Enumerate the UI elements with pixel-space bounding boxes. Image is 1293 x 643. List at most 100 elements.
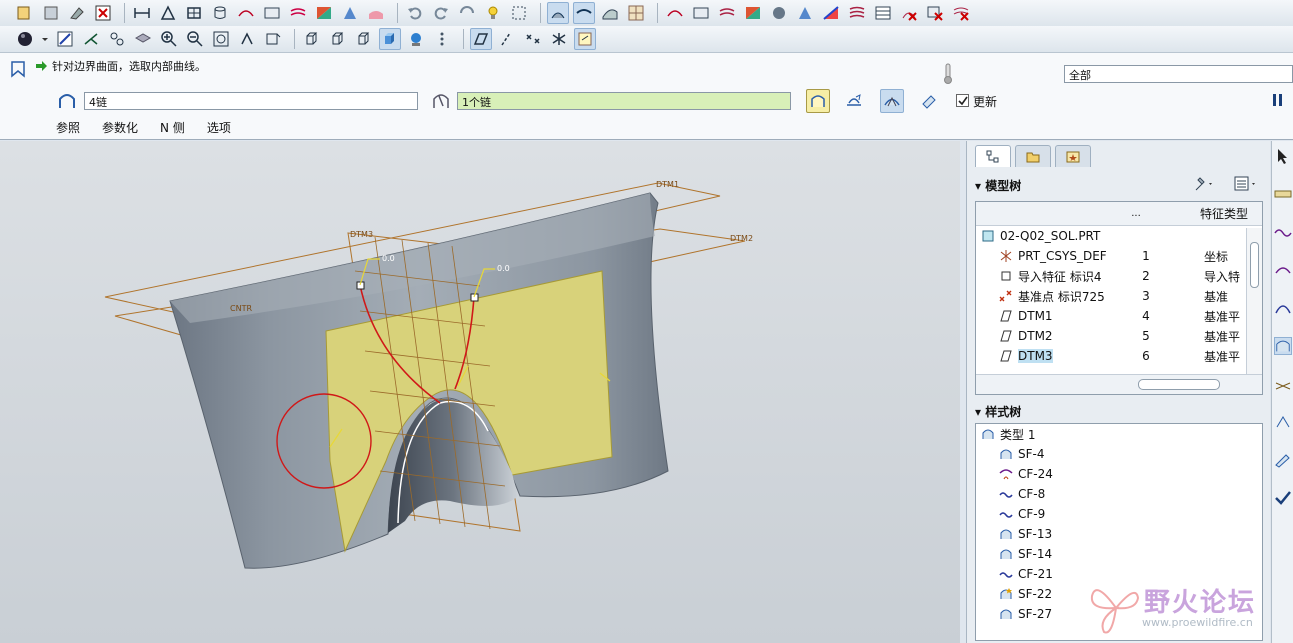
- clear-analysis-icon[interactable]: [950, 2, 972, 24]
- style-tree-item[interactable]: CF-8: [976, 484, 1262, 504]
- curve-analysis-icon[interactable]: [235, 2, 257, 24]
- sweep-icon[interactable]: [573, 2, 595, 24]
- style-tree-item[interactable]: CF-24: [976, 464, 1262, 484]
- tree-row[interactable]: DTM3 6 基准平: [976, 346, 1262, 366]
- trim-surface-icon[interactable]: [1274, 413, 1292, 431]
- graphics-viewport[interactable]: DTM1 DTM2 DTM3 CNTR 0.0 0.0: [0, 141, 960, 643]
- reorient-icon[interactable]: [236, 28, 258, 50]
- datum-plane-display-icon[interactable]: [470, 28, 492, 50]
- edit-curve-icon[interactable]: [1274, 451, 1292, 469]
- hidden-line-icon[interactable]: [327, 28, 349, 50]
- tree-columns-icon[interactable]: [1233, 175, 1261, 196]
- csys-display-icon[interactable]: [548, 28, 570, 50]
- tab-model-tree[interactable]: [975, 145, 1011, 167]
- chevron-down-icon[interactable]: [40, 28, 50, 50]
- dihedral-icon[interactable]: [742, 2, 764, 24]
- grid-icon[interactable]: [625, 2, 647, 24]
- volume-measure-icon[interactable]: [209, 2, 231, 24]
- offset-icon[interactable]: [716, 2, 738, 24]
- datum-axis-icon[interactable]: [80, 28, 102, 50]
- appearance-icon[interactable]: [405, 28, 427, 50]
- zoom-in-icon[interactable]: [158, 28, 180, 50]
- tree-row[interactable]: 导入特征 标识4 2 导入特: [976, 266, 1262, 286]
- first-direction-icon[interactable]: [57, 91, 77, 114]
- shading-icon[interactable]: [379, 28, 401, 50]
- tree-row[interactable]: 基准点 标识725 3 基准: [976, 286, 1262, 306]
- wireframe-icon[interactable]: [301, 28, 323, 50]
- circle-curve-icon[interactable]: [1274, 261, 1292, 279]
- ruler-icon[interactable]: [1274, 185, 1292, 203]
- style-tree-item[interactable]: SF-13: [976, 524, 1262, 544]
- lightbulb-icon[interactable]: [482, 2, 504, 24]
- tree-row[interactable]: PRT_CSYS_DEF 1 坐标: [976, 246, 1262, 266]
- tab-favorites[interactable]: [1055, 145, 1091, 167]
- boundary-blend-preview-icon[interactable]: [806, 89, 830, 113]
- column-feature-type[interactable]: 特征类型: [1200, 205, 1248, 222]
- tab-parameterization[interactable]: 参数化: [102, 119, 138, 136]
- erase-icon[interactable]: [66, 2, 88, 24]
- connection-icon[interactable]: [820, 2, 842, 24]
- style-surface-icon[interactable]: [1274, 337, 1292, 355]
- connect-surface-icon[interactable]: [1274, 375, 1292, 393]
- zebra-icon[interactable]: [846, 2, 868, 24]
- style-tree-item[interactable]: SF-4: [976, 444, 1262, 464]
- tab-references[interactable]: 参照: [44, 119, 80, 136]
- second-direction-icon[interactable]: [431, 91, 451, 114]
- section-icon[interactable]: [690, 2, 712, 24]
- scrollbar-thumb[interactable]: [1138, 379, 1220, 390]
- draft-check-icon[interactable]: [794, 2, 816, 24]
- distance-measure-icon[interactable]: [131, 2, 153, 24]
- boundary-surface-icon[interactable]: [547, 2, 569, 24]
- verify-mode-icon[interactable]: [880, 89, 904, 113]
- no-hidden-icon[interactable]: [353, 28, 375, 50]
- reflection-analysis-icon[interactable]: [287, 2, 309, 24]
- tree-root[interactable]: 02-Q02_SOL.PRT: [976, 226, 1262, 246]
- draft-analysis-icon[interactable]: [339, 2, 361, 24]
- table-icon[interactable]: [872, 2, 894, 24]
- angle-measure-icon[interactable]: [157, 2, 179, 24]
- slope-analysis-icon[interactable]: [365, 2, 387, 24]
- style-tree-item[interactable]: CF-9: [976, 504, 1262, 524]
- refit-icon[interactable]: [210, 28, 232, 50]
- sphere-display-icon[interactable]: [14, 28, 36, 50]
- collapse-triangle-icon[interactable]: ▾: [975, 405, 981, 419]
- scrollbar-thumb[interactable]: [1250, 242, 1259, 288]
- vertical-scrollbar[interactable]: [1246, 228, 1262, 374]
- regenerate-icon[interactable]: [456, 2, 478, 24]
- pause-icon[interactable]: [1272, 93, 1284, 110]
- curvature-icon[interactable]: [664, 2, 686, 24]
- horizontal-scrollbar[interactable]: [976, 374, 1262, 394]
- zoom-out-icon[interactable]: [184, 28, 206, 50]
- select-arrow-icon[interactable]: [1274, 147, 1292, 165]
- update-checkbox[interactable]: [956, 94, 969, 107]
- close-window-icon[interactable]: [92, 2, 114, 24]
- undo-icon[interactable]: [404, 2, 426, 24]
- saved-views-icon[interactable]: [262, 28, 284, 50]
- new-file-icon[interactable]: [14, 2, 36, 24]
- checkmark-icon[interactable]: [1274, 489, 1292, 507]
- delete-analysis-icon[interactable]: [898, 2, 920, 24]
- tree-row[interactable]: DTM1 4 基准平: [976, 306, 1262, 326]
- arc-icon[interactable]: [1274, 299, 1292, 317]
- tree-row[interactable]: DTM2 5 基准平: [976, 326, 1262, 346]
- datum-point-tool-icon[interactable]: [106, 28, 128, 50]
- style-tree-root[interactable]: 类型 1: [976, 424, 1262, 444]
- point-display-icon[interactable]: [522, 28, 544, 50]
- style-icon[interactable]: [599, 2, 621, 24]
- style-tree-item[interactable]: SF-14: [976, 544, 1262, 564]
- second-chain-collector[interactable]: 1个链: [457, 92, 791, 110]
- pause-preview-icon[interactable]: [842, 89, 866, 113]
- collapse-triangle-icon[interactable]: ▾: [975, 179, 981, 193]
- more-options-icon[interactable]: [431, 28, 453, 50]
- sketch-icon[interactable]: [54, 28, 76, 50]
- area-measure-icon[interactable]: [183, 2, 205, 24]
- save-icon[interactable]: [40, 2, 62, 24]
- tab-folder-browser[interactable]: [1015, 145, 1051, 167]
- first-chain-collector[interactable]: 4链: [84, 92, 418, 110]
- create-curve-icon[interactable]: [1274, 223, 1292, 241]
- box-select-icon[interactable]: [508, 2, 530, 24]
- annotation-display-icon[interactable]: [574, 28, 596, 50]
- column-dots[interactable]: ...: [1131, 208, 1141, 219]
- delete-all-analysis-icon[interactable]: [924, 2, 946, 24]
- filter-select[interactable]: 全部: [1064, 65, 1293, 83]
